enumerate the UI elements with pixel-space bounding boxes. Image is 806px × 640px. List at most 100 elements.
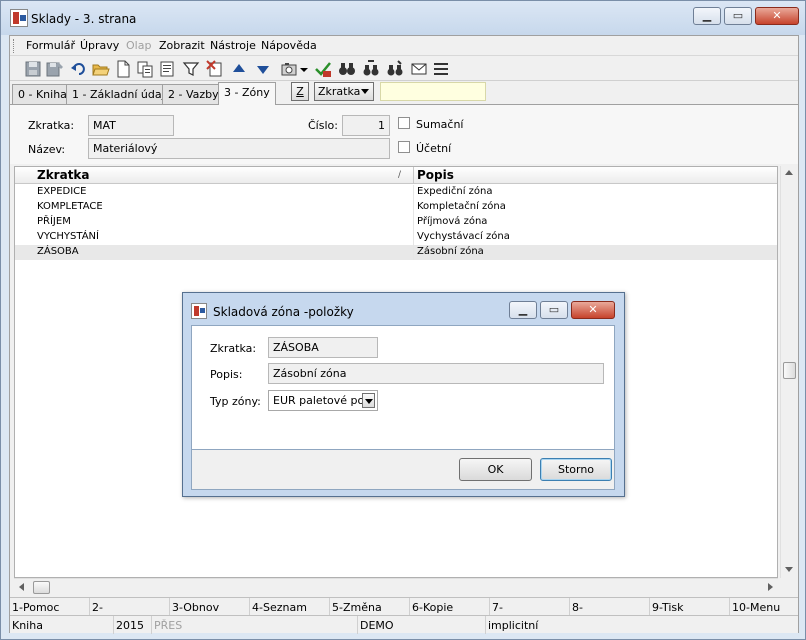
vertical-scroll-thumb[interactable] [783,362,796,379]
dialog-close-button[interactable]: ✕ [571,301,615,319]
chevron-down-icon[interactable] [362,393,375,408]
check-icon[interactable] [314,60,332,78]
table-row[interactable]: PŘÍJEM Příjmová zóna [15,215,777,230]
title-bar[interactable]: Sklady - 3. strana ▁ ▭ ✕ [1,1,805,35]
cell-zkratka: KOMPLETACE [37,201,103,212]
dialog-zkratka-field[interactable]: ZÁSOBA [268,337,378,358]
binoculars-next-icon[interactable] [362,60,380,78]
tab-vazby[interactable]: 2 - Vazby [162,84,225,104]
new-icon[interactable] [114,60,132,78]
typ-zony-select[interactable]: EUR paletové poz [268,390,378,411]
binoculars-icon[interactable] [338,60,356,78]
horizontal-scrollbar[interactable] [14,578,778,595]
fkey-10[interactable]: 10-Menu [730,598,806,616]
sumacni-checkbox[interactable] [398,117,410,129]
column-header-zkratka[interactable]: Zkratka [37,168,90,182]
table-row[interactable]: EXPEDICE Expediční zóna [15,185,777,200]
column-separator[interactable] [413,167,414,184]
menu-olap[interactable]: Olap [126,39,151,52]
quick-search-input[interactable] [380,82,486,101]
dialog-minimize-button[interactable]: ▁ [509,301,537,319]
status-bar: Kniha 2015 PŘES DEMO implicitní [10,615,798,634]
fkey-2[interactable]: 2- [90,598,170,616]
z-toggle-button[interactable]: Z [291,82,309,101]
cell-separator [413,200,414,215]
scroll-left-icon[interactable] [19,583,24,591]
cell-popis: Vychystávací zóna [417,231,510,242]
undo-icon[interactable] [70,60,88,78]
sumacni-label: Sumační [416,118,464,131]
minimize-button[interactable]: ▁ [693,7,721,25]
sort-select[interactable]: Zkratka [314,82,374,101]
vertical-scrollbar[interactable] [780,166,797,578]
fkey-9[interactable]: 9-Tisk [650,598,730,616]
dialog-zkratka-label: Zkratka: [210,342,257,355]
cell-separator [413,245,414,260]
save-as-icon[interactable] [46,60,64,78]
fkey-7[interactable]: 7- [490,598,570,616]
grid-header: Zkratka ∕ Popis [15,167,777,184]
dialog-title: Skladová zóna -položky [213,305,354,319]
save-icon[interactable] [24,60,42,78]
menu-formular[interactable]: Formulář [26,39,75,52]
cell-zkratka: VYCHYSTÁNÍ [37,231,99,242]
cell-separator [413,215,414,230]
table-row[interactable]: KOMPLETACE Kompletační zóna [15,200,777,215]
status-mode: PŘES [152,616,358,634]
mail-icon[interactable] [410,60,428,78]
fkey-8[interactable]: 8- [570,598,650,616]
cell-popis: Expediční zóna [417,186,493,197]
toolbar [10,57,798,81]
delete-icon[interactable] [206,60,224,78]
dialog-popis-label: Popis: [210,368,243,381]
horizontal-scroll-thumb[interactable] [33,581,50,594]
nazev-field[interactable]: Materiálový [88,138,390,159]
list-icon[interactable] [432,60,450,78]
dialog-maximize-button[interactable]: ▭ [540,301,568,319]
fkey-1[interactable]: 1-Pomoc [10,598,90,616]
dropdown-icon[interactable] [300,60,308,78]
menu-nastroje[interactable]: Nástroje [210,39,256,52]
menu-upravy[interactable]: Úpravy [80,39,119,52]
arrow-down-icon[interactable] [254,60,272,78]
copy-icon[interactable] [136,60,154,78]
cell-zkratka: PŘÍJEM [37,216,71,227]
dialog-popis-field[interactable]: Zásobní zóna [268,363,604,384]
tab-kniha[interactable]: 0 - Kniha [12,84,73,104]
close-button[interactable]: ✕ [755,7,799,25]
dialog-footer: OK Storno [191,450,615,490]
book-icon[interactable] [158,60,176,78]
menu-napoveda[interactable]: Nápověda [261,39,317,52]
fkey-4[interactable]: 4-Seznam [250,598,330,616]
arrow-up-icon[interactable] [230,60,248,78]
column-header-popis[interactable]: Popis [417,168,454,182]
ucetni-checkbox[interactable] [398,141,410,153]
dialog-typ-zony-label: Typ zóny: [210,395,261,408]
scroll-up-icon[interactable] [785,170,793,175]
tab-strip: 0 - Kniha 1 - Základní údaje 2 - Vazby 3… [10,82,798,105]
sort-select-value: Zkratka [318,85,361,98]
cell-zkratka: EXPEDICE [37,186,87,197]
maximize-button[interactable]: ▭ [724,7,752,25]
zkratka-field[interactable]: MAT [88,115,174,136]
fkey-3[interactable]: 3-Obnov [170,598,250,616]
table-row-selected[interactable]: ZÁSOBA Zásobní zóna [15,245,777,260]
menu-zobrazit[interactable]: Zobrazit [159,39,205,52]
maximize-icon: ▭ [732,9,744,22]
open-icon[interactable] [92,60,110,78]
fkey-6[interactable]: 6-Kopie [410,598,490,616]
zkratka-label: Zkratka: [28,119,75,132]
tab-zony[interactable]: 3 - Zóny [218,82,276,105]
fkey-5[interactable]: 5-Změna [330,598,410,616]
binoculars-prev-icon[interactable] [386,60,404,78]
filter-icon[interactable] [182,60,200,78]
scroll-right-icon[interactable] [768,583,773,591]
camera-icon[interactable] [280,60,298,78]
storno-button[interactable]: Storno [540,458,612,481]
tab-zakladni-udaje[interactable]: 1 - Základní údaje [66,84,178,104]
scroll-down-icon[interactable] [785,567,793,572]
cislo-field[interactable]: 1 [342,115,390,136]
maximize-icon: ▭ [548,303,560,316]
table-row[interactable]: VYCHYSTÁNÍ Vychystávací zóna [15,230,777,245]
ok-button[interactable]: OK [459,458,532,481]
